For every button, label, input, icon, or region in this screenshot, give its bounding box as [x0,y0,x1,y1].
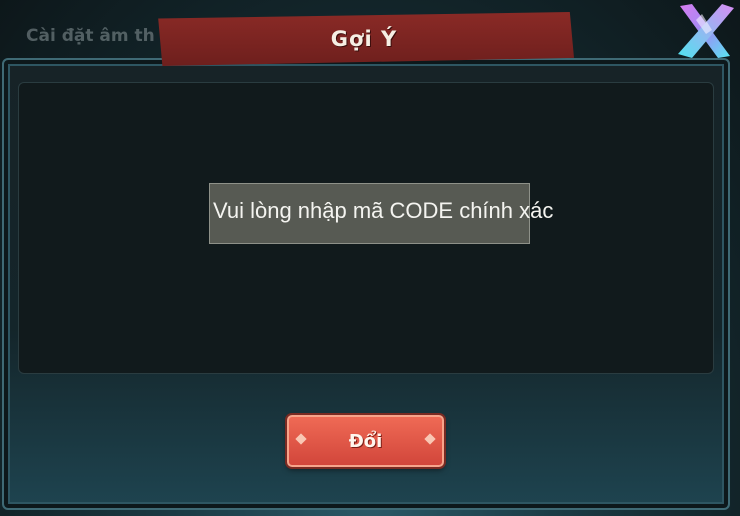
close-button[interactable] [672,0,738,62]
game-scene: Cài đặt âm th Gợi Ý Vui lòng nhập mã COD… [0,0,740,516]
dialog-title-banner: Gợi Ý [158,12,574,66]
toast-message: Vui lòng nhập mã CODE chính xác [213,198,554,223]
background-settings-label: Cài đặt âm th [26,26,155,46]
redeem-button[interactable]: Đổi [287,415,444,467]
redeem-button-label: Đổi [348,430,383,452]
toast-notification: Vui lòng nhập mã CODE chính xác [209,183,553,244]
close-x-icon [678,4,734,58]
dialog-title: Gợi Ý [330,27,398,51]
